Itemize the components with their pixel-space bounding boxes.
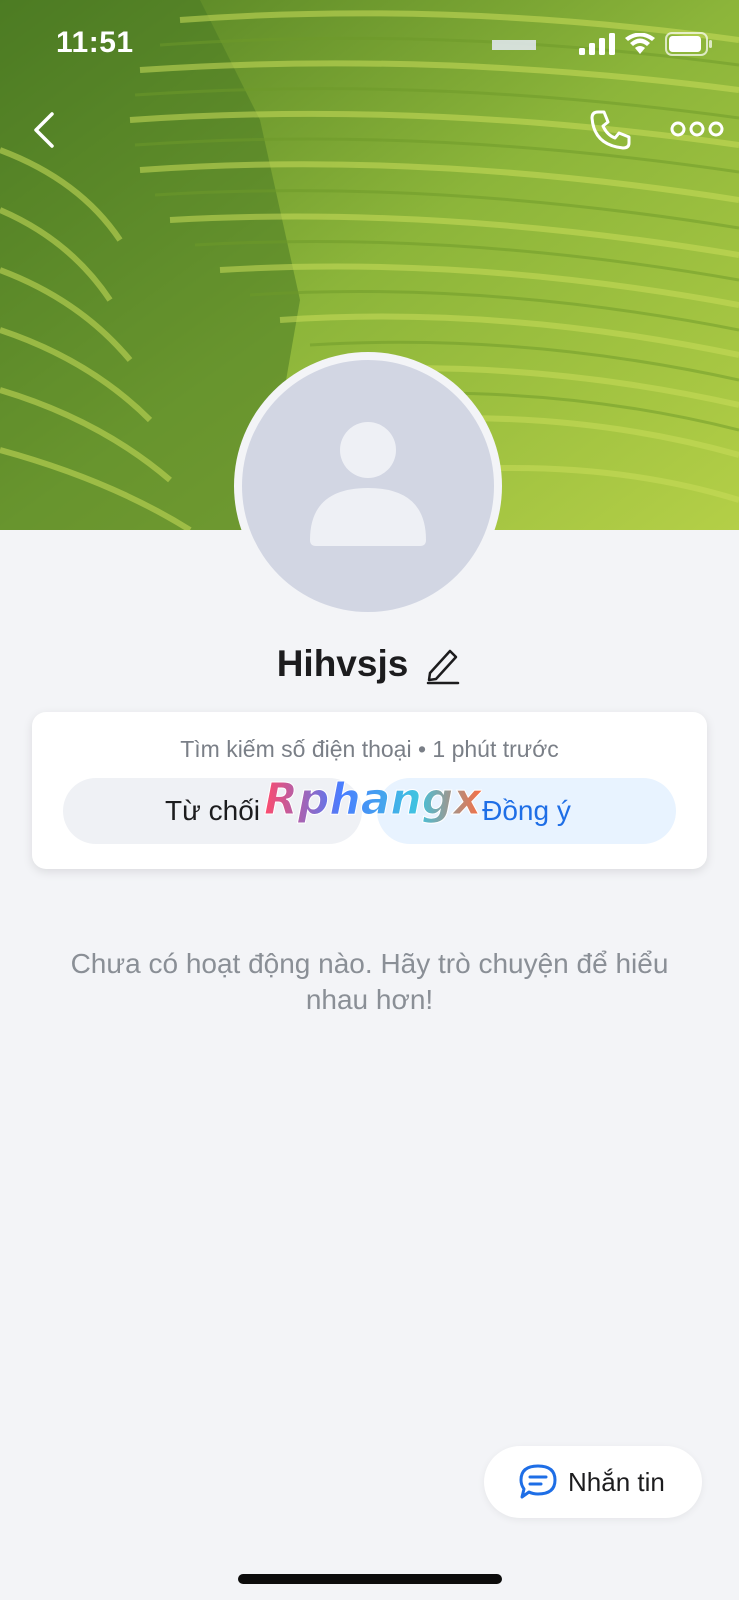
back-button[interactable] [26,108,66,152]
decline-button[interactable]: Từ chối [63,778,362,844]
wifi-icon [625,33,655,54]
request-source-text: Tìm kiếm số điện thoại • 1 phút trước [180,736,559,762]
phone-icon [590,110,631,150]
status-time: 11:51 [56,26,134,59]
friend-request-card: Tìm kiếm số điện thoại • 1 phút trước Từ… [32,712,707,869]
chat-bubble-icon [519,1464,557,1499]
default-user-icon [310,422,426,546]
more-options-button[interactable] [670,112,724,146]
send-message-label: Nhắn tin [568,1466,665,1497]
empty-activity-message: Chưa có hoạt động nào. Hãy trò chuyện để… [70,948,669,1015]
avatar[interactable] [234,352,502,620]
status-bar: 11:51 [0,0,739,90]
edit-pencil-icon[interactable] [424,643,462,685]
call-button[interactable] [588,108,632,152]
battery-icon [665,32,712,56]
profile-name-row: Hihvsjs [0,636,739,692]
chevron-left-icon [34,112,54,148]
send-message-button[interactable]: Nhắn tin [484,1446,702,1518]
accept-button[interactable]: Đồng ý [377,778,676,844]
home-indicator[interactable] [238,1574,502,1584]
more-dots-icon [670,121,724,137]
cellular-signal-icon [579,33,615,55]
profile-name: Hihvsjs [276,643,409,684]
